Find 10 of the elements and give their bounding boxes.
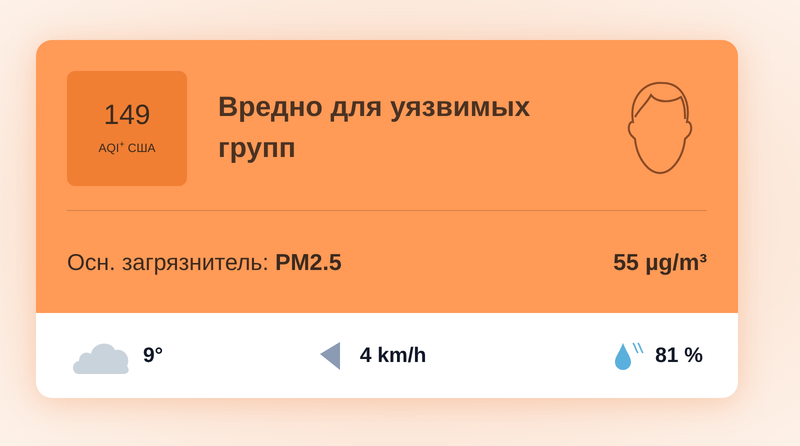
aqi-value: 149	[104, 100, 150, 128]
wind-direction-icon	[320, 342, 342, 370]
temperature-value: 9°	[143, 342, 164, 369]
concentration-value: 55 µg/m³	[613, 248, 707, 277]
status-text: Вредно для уязвимых групп	[218, 90, 532, 165]
aqi-label: AQI$^{+}$ США	[98, 138, 156, 156]
humidity-icon	[613, 340, 646, 370]
pollutant-text: Осн. загрязнитель: PM2.5	[67, 248, 342, 277]
humidity-value: 81 %	[655, 342, 703, 369]
wind-speed-value: 4 km/h	[360, 342, 426, 369]
